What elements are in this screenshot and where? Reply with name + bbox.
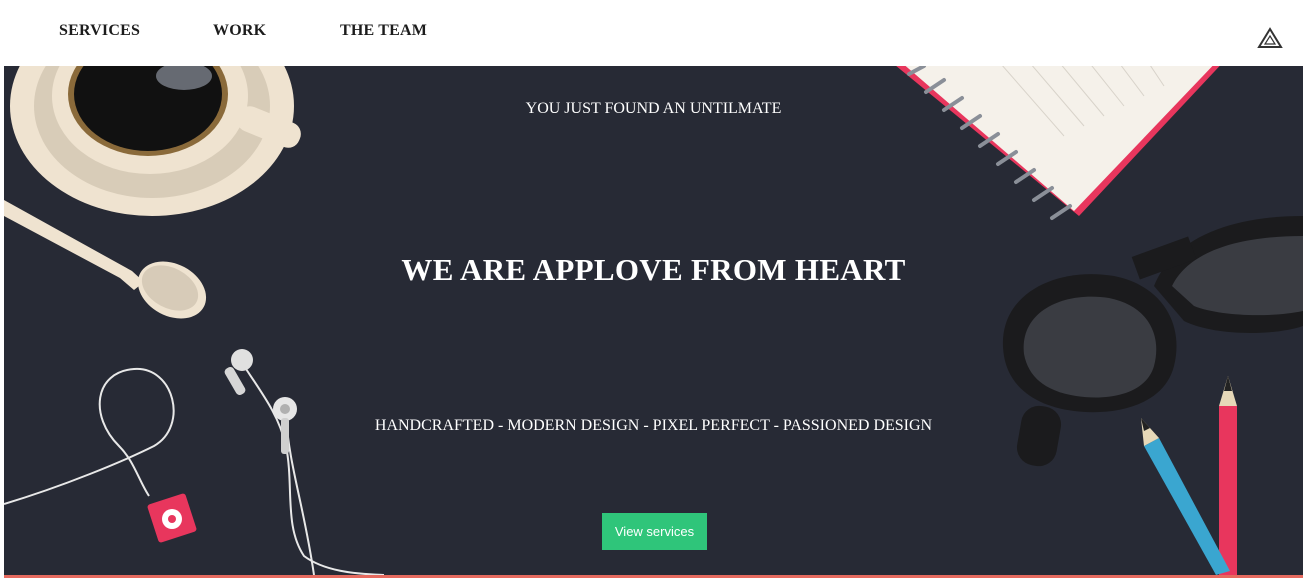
notebook-icon — [896, 66, 1220, 220]
coffee-cup-icon — [10, 66, 301, 216]
nav-services-link[interactable]: SERVICES — [59, 22, 140, 40]
nav-team-link[interactable]: THE TEAM — [340, 22, 427, 40]
view-services-button[interactable]: View services — [602, 513, 707, 550]
hero-illustration — [4, 66, 1303, 575]
triangle-logo-icon[interactable] — [1257, 27, 1283, 49]
earphones-icon — [4, 365, 385, 575]
top-nav: SERVICES WORK THE TEAM — [0, 0, 1307, 66]
nav-work-link[interactable]: WORK — [213, 22, 266, 40]
hero-headline: WE ARE APPLOVE FROM HEART — [401, 252, 906, 287]
hero-section: YOU JUST FOUND AN UNTILMATE WE ARE APPLO… — [4, 66, 1303, 575]
hero-tagline: YOU JUST FOUND AN UNTILMATE — [525, 100, 782, 117]
hero-features: HANDCRAFTED - MODERN DESIGN - PIXEL PERF… — [374, 417, 933, 434]
music-player-icon — [147, 493, 197, 543]
pencil-icon — [1141, 376, 1237, 575]
